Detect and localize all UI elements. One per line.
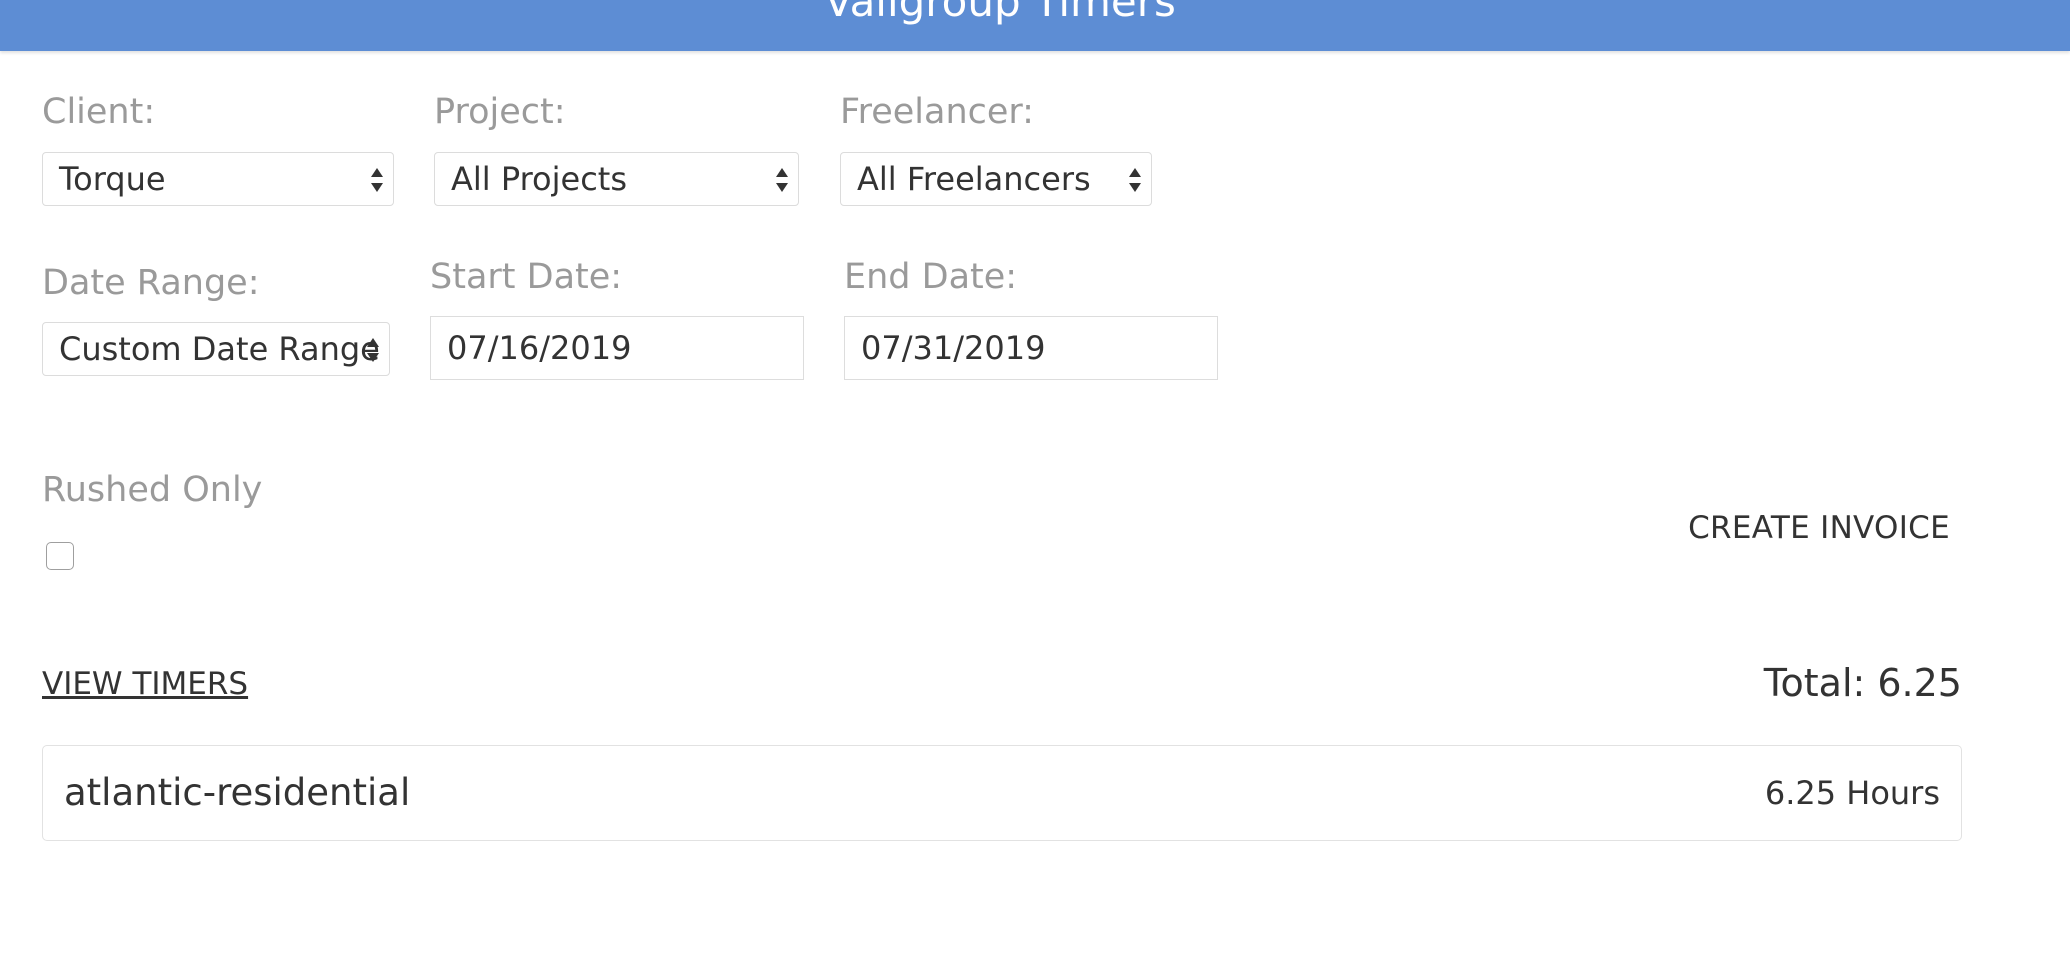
sort-arrows-icon bbox=[1129, 168, 1141, 192]
project-select[interactable]: All Projects bbox=[434, 152, 799, 206]
sort-arrows-icon bbox=[371, 168, 383, 192]
project-label: Project: bbox=[434, 92, 566, 132]
client-label: Client: bbox=[42, 92, 156, 132]
project-name: atlantic-residential bbox=[64, 771, 411, 814]
sort-arrows-icon bbox=[367, 338, 379, 362]
project-hours: 6.25 Hours bbox=[1764, 774, 1940, 812]
freelancer-select[interactable]: All Freelancers bbox=[840, 152, 1152, 206]
date-range-select[interactable]: Custom Date Range bbox=[42, 322, 390, 376]
freelancer-label: Freelancer: bbox=[840, 92, 1034, 132]
total-hours: Total: 6.25 bbox=[1763, 661, 1962, 705]
end-date-label: End Date: bbox=[844, 257, 1018, 297]
app-header: Valigroup Timers bbox=[0, 0, 2070, 51]
app-title: Valigroup Timers bbox=[824, 0, 1176, 26]
start-date-label: Start Date: bbox=[430, 257, 623, 297]
list-item[interactable]: atlantic-residential 6.25 Hours bbox=[42, 745, 1962, 841]
end-date-input[interactable]: 07/31/2019 bbox=[844, 316, 1218, 380]
start-date-input[interactable]: 07/16/2019 bbox=[430, 316, 804, 380]
freelancer-select-value: All Freelancers bbox=[857, 160, 1091, 198]
project-select-value: All Projects bbox=[451, 160, 627, 198]
date-range-select-value: Custom Date Range bbox=[59, 330, 380, 368]
sort-arrows-icon bbox=[776, 168, 788, 192]
create-invoice-button[interactable]: CREATE INVOICE bbox=[1660, 506, 1950, 550]
client-select-value: Torque bbox=[59, 160, 166, 198]
rushed-only-label: Rushed Only bbox=[42, 470, 263, 510]
view-timers-link[interactable]: VIEW TIMERS bbox=[42, 662, 248, 706]
date-range-label: Date Range: bbox=[42, 263, 260, 303]
client-select[interactable]: Torque bbox=[42, 152, 394, 206]
rushed-only-checkbox[interactable] bbox=[46, 542, 74, 570]
